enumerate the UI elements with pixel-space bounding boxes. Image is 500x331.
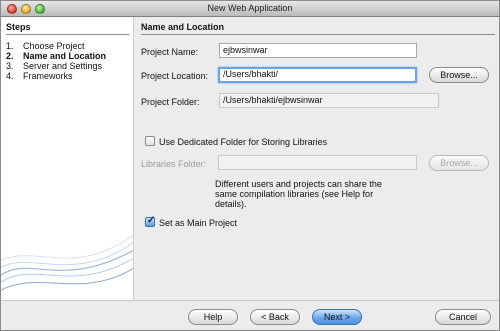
project-location-label: Project Location: [141, 71, 209, 81]
step-item: 3. Server and Settings [6, 61, 103, 71]
libraries-folder-label: Libraries Folder: [141, 159, 207, 169]
next-button[interactable]: Next > [312, 309, 362, 325]
step-item: 1. Choose Project [6, 41, 85, 51]
browse-location-button[interactable]: Browse... [429, 67, 489, 83]
project-folder-field[interactable]: /Users/bhakti/ejbwsinwar [219, 93, 439, 108]
project-location-field[interactable]: /Users/bhakti/ [218, 67, 417, 83]
steps-list: 1. Choose Project 2. Name and Location 3. S… [6, 41, 106, 81]
decorative-waves-image [1, 235, 133, 291]
help-button[interactable]: Help [188, 309, 238, 325]
project-name-label: Project Name: [141, 47, 199, 57]
section-divider [141, 34, 495, 35]
libraries-info-text: Different users and projects can share t… [215, 179, 382, 209]
steps-divider [6, 34, 129, 35]
cancel-button[interactable]: Cancel [435, 309, 491, 325]
browse-libraries-button[interactable]: Browse... [429, 155, 489, 171]
dedicated-folder-label: Use Dedicated Folder for Storing Librari… [159, 137, 328, 147]
back-button[interactable]: < Back [250, 309, 300, 325]
name-location-panel: Name and Location Project Name: ejbwsinw… [135, 17, 499, 300]
libraries-folder-field[interactable] [218, 155, 417, 170]
dedicated-folder-checkbox[interactable] [145, 136, 155, 146]
project-name-field[interactable]: ejbwsinwar [219, 43, 417, 58]
wizard-button-bar: Help < Back Next > Cancel [1, 300, 499, 330]
dialog-window: New Web Application Steps 1. Choose Proje… [0, 0, 500, 331]
steps-panel: Steps 1. Choose Project 2. Name and Locati… [1, 17, 134, 300]
step-item-current: 2. Name and Location [6, 51, 107, 61]
section-title: Name and Location [141, 22, 225, 32]
checkmark-icon: ✓ [147, 215, 156, 226]
project-folder-label: Project Folder: [141, 97, 200, 107]
main-project-checkbox[interactable]: ✓ [145, 215, 156, 227]
step-item: 4. Frameworks [6, 71, 73, 81]
steps-heading: Steps [6, 22, 31, 32]
window-title: New Web Application [207, 3, 293, 13]
main-project-label: Set as Main Project [159, 218, 238, 228]
title-bar[interactable]: New Web Application [1, 1, 499, 17]
